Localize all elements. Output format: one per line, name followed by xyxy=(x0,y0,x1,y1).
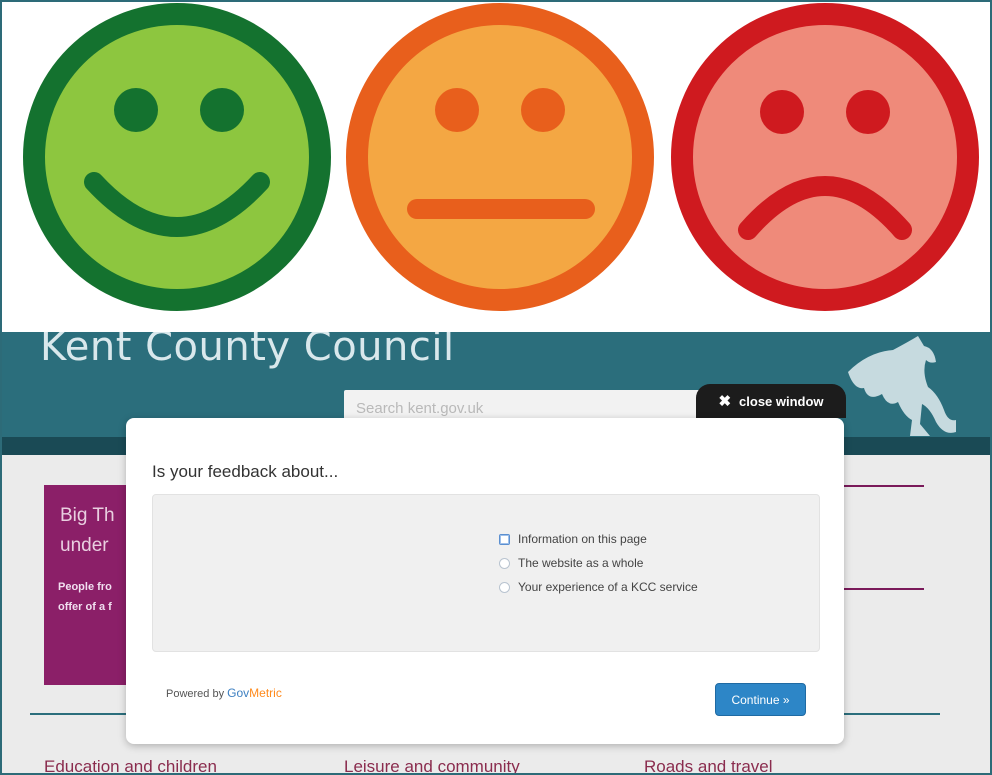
option-website-as-whole[interactable]: The website as a whole xyxy=(499,551,698,575)
powered-by-govmetric[interactable]: Powered by GovMetric xyxy=(166,686,282,700)
feedback-options-list: Information on this page The website as … xyxy=(499,527,698,599)
section-divider xyxy=(844,485,924,487)
site-search-placeholder: Search kent.gov.uk xyxy=(356,400,484,417)
option-information-on-page[interactable]: Information on this page xyxy=(499,527,698,551)
close-window-label: close window xyxy=(739,393,824,409)
dialog-title: Is your feedback about... xyxy=(152,462,339,481)
nav-link-education[interactable]: Education and children xyxy=(44,757,217,773)
radio-button[interactable] xyxy=(499,581,510,593)
happy-face-icon xyxy=(23,3,331,311)
site-title: Kent County Council xyxy=(40,332,455,370)
continue-button[interactable]: Continue » xyxy=(715,683,806,716)
govmetric-logo: GovMetric xyxy=(227,686,282,700)
feedback-faces-panel xyxy=(2,2,990,332)
nav-link-roads[interactable]: Roads and travel xyxy=(644,757,773,773)
neutral-face-icon xyxy=(346,3,654,311)
screenshot-frame: Kent County Council Search kent.gov.uk B… xyxy=(0,0,992,775)
sad-face-icon xyxy=(671,3,979,311)
close-window-button[interactable]: ✖ close window xyxy=(696,384,846,418)
section-divider xyxy=(844,588,924,590)
feedback-options-panel: Information on this page The website as … xyxy=(152,494,820,652)
option-kcc-service-experience[interactable]: Your experience of a KCC service xyxy=(499,575,698,599)
option-label: The website as a whole xyxy=(518,556,644,570)
feedback-dialog: Is your feedback about... Information on… xyxy=(126,418,844,744)
white-horse-logo-icon xyxy=(848,336,956,436)
radio-button[interactable] xyxy=(499,557,510,569)
nav-link-leisure[interactable]: Leisure and community xyxy=(344,757,520,773)
checkbox[interactable] xyxy=(499,533,510,545)
powered-by-label: Powered by xyxy=(166,688,225,700)
promo-heading: Big Th under xyxy=(60,505,115,556)
promo-text: People fro offer of a f xyxy=(58,581,112,613)
option-label: Your experience of a KCC service xyxy=(518,580,698,594)
close-icon: ✖ xyxy=(718,392,732,410)
option-label: Information on this page xyxy=(518,532,647,546)
